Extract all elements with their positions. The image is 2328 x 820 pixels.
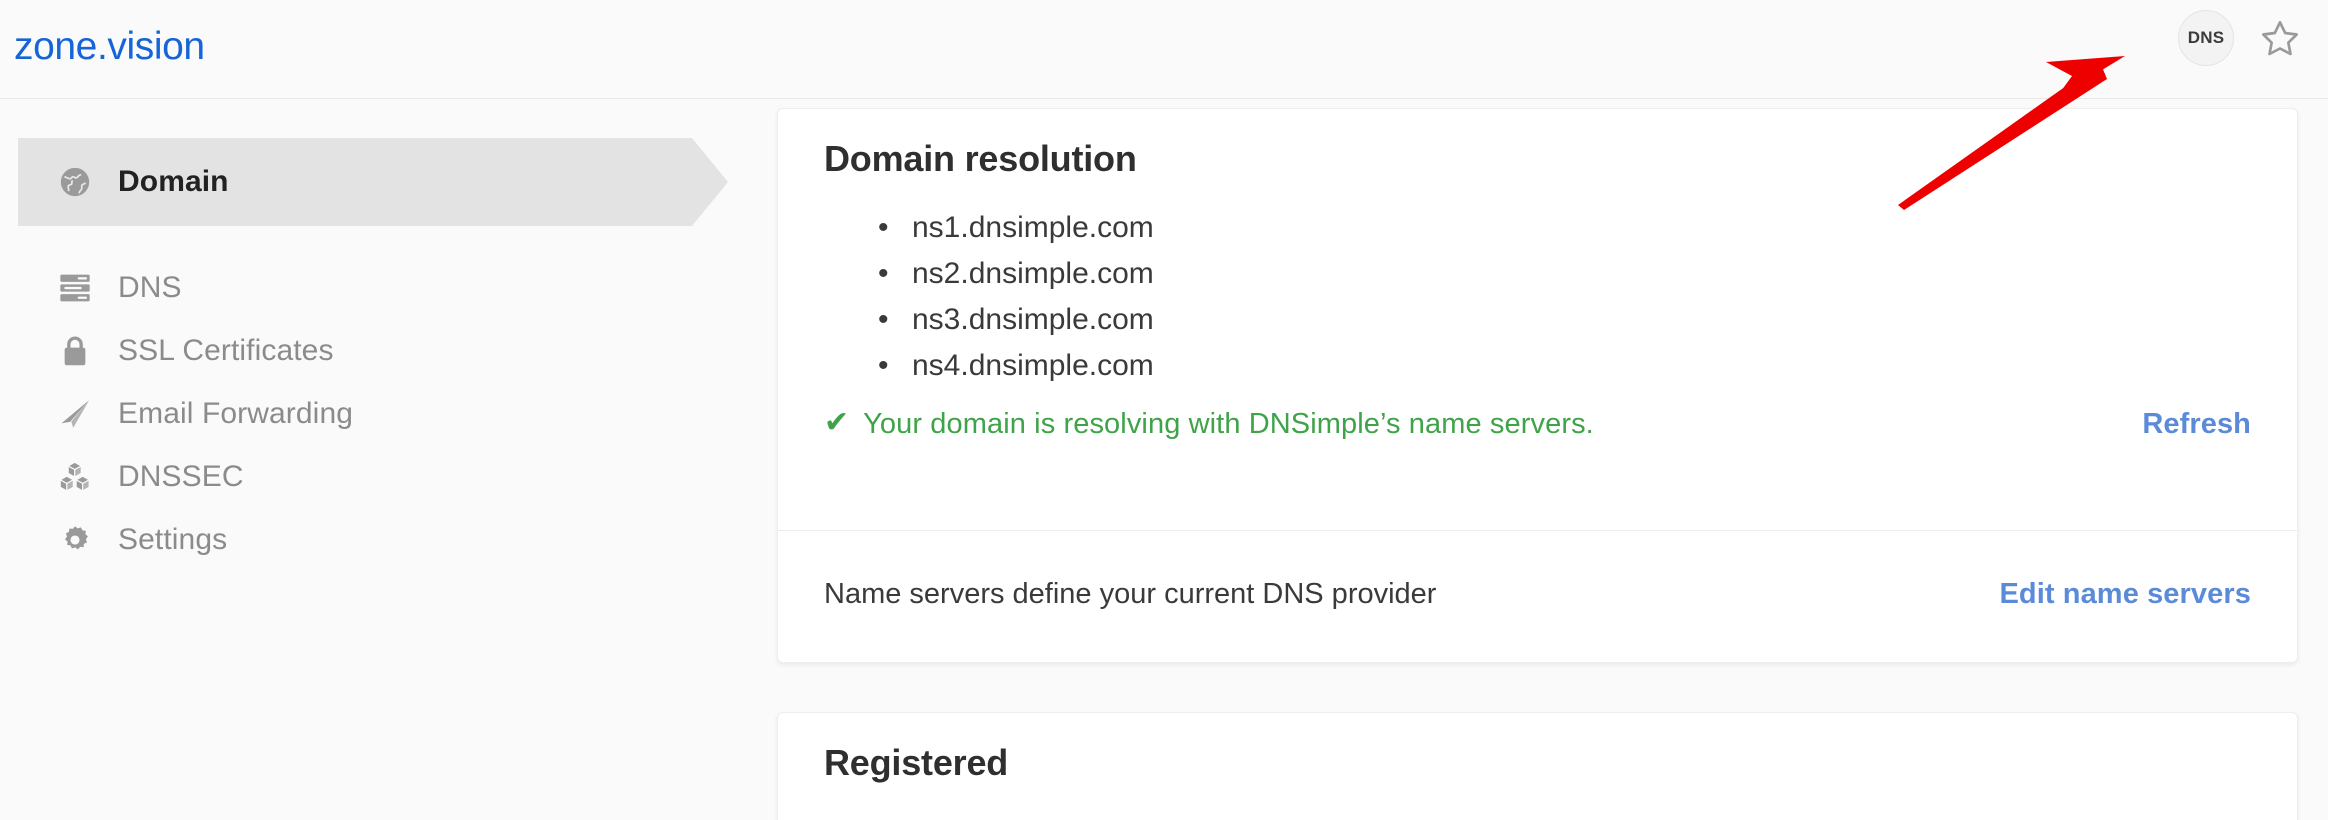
sidebar-item-label: Domain — [118, 165, 229, 198]
domain-resolution-card: Domain resolution ns1.dnsimple.com ns2.d… — [777, 108, 2298, 663]
check-icon: ✔ — [824, 406, 850, 439]
active-indicator-arrow — [692, 138, 728, 226]
sidebar-nav: Domain DNS SSL Certificates Email Forwar… — [0, 99, 770, 820]
favorite-star-button[interactable] — [2254, 12, 2306, 64]
sidebar-item-domain[interactable]: Domain — [18, 138, 728, 226]
star-outline-icon — [2262, 20, 2298, 56]
status-badge: Your domain is resolving with DNSimple’s… — [863, 407, 1594, 440]
registered-card: Registered — [777, 712, 2298, 820]
resolution-status-row: ✔ Your domain is resolving with DNSimple… — [824, 394, 2251, 454]
refresh-button[interactable]: Refresh — [2142, 408, 2251, 441]
header-actions: DNS — [2178, 10, 2306, 66]
dns-badge[interactable]: DNS — [2178, 10, 2234, 66]
server-stack-icon — [52, 265, 98, 311]
globe-icon — [52, 159, 98, 205]
app-root: zone.vision DNS Domain DNS SSL Certifica… — [0, 0, 2328, 820]
list-item: ns2.dnsimple.com — [872, 251, 1154, 297]
card-divider — [778, 530, 2297, 531]
card-title: Registered — [824, 742, 1009, 783]
top-header: zone.vision DNS — [0, 0, 2328, 99]
status-group: ✔ Your domain is resolving with DNSimple… — [824, 408, 1594, 441]
name-servers-description: Name servers define your current DNS pro… — [824, 577, 1437, 610]
brand-logo[interactable]: zone.vision — [14, 25, 205, 69]
list-item: ns4.dnsimple.com — [872, 343, 1154, 389]
card-title: Domain resolution — [824, 138, 1137, 179]
sidebar-item-label: Email Forwarding — [118, 397, 354, 430]
name-server-list: ns1.dnsimple.com ns2.dnsimple.com ns3.dn… — [872, 205, 1154, 389]
paper-plane-icon — [52, 391, 98, 437]
list-item: ns1.dnsimple.com — [872, 205, 1154, 251]
list-item: ns3.dnsimple.com — [872, 297, 1154, 343]
sidebar-item-label: SSL Certificates — [118, 334, 334, 367]
gear-icon — [52, 517, 98, 563]
sidebar-item-label: DNSSEC — [118, 460, 244, 493]
sidebar-item-label: Settings — [118, 523, 228, 556]
edit-name-servers-button[interactable]: Edit name servers — [1999, 578, 2251, 611]
name-servers-footer-row: Name servers define your current DNS pro… — [824, 564, 2251, 624]
cubes-icon — [52, 454, 98, 500]
dns-badge-label: DNS — [2187, 28, 2225, 47]
lock-icon — [52, 328, 98, 374]
sidebar-item-label: DNS — [118, 271, 182, 304]
sidebar-item-settings[interactable]: Settings — [18, 496, 692, 584]
